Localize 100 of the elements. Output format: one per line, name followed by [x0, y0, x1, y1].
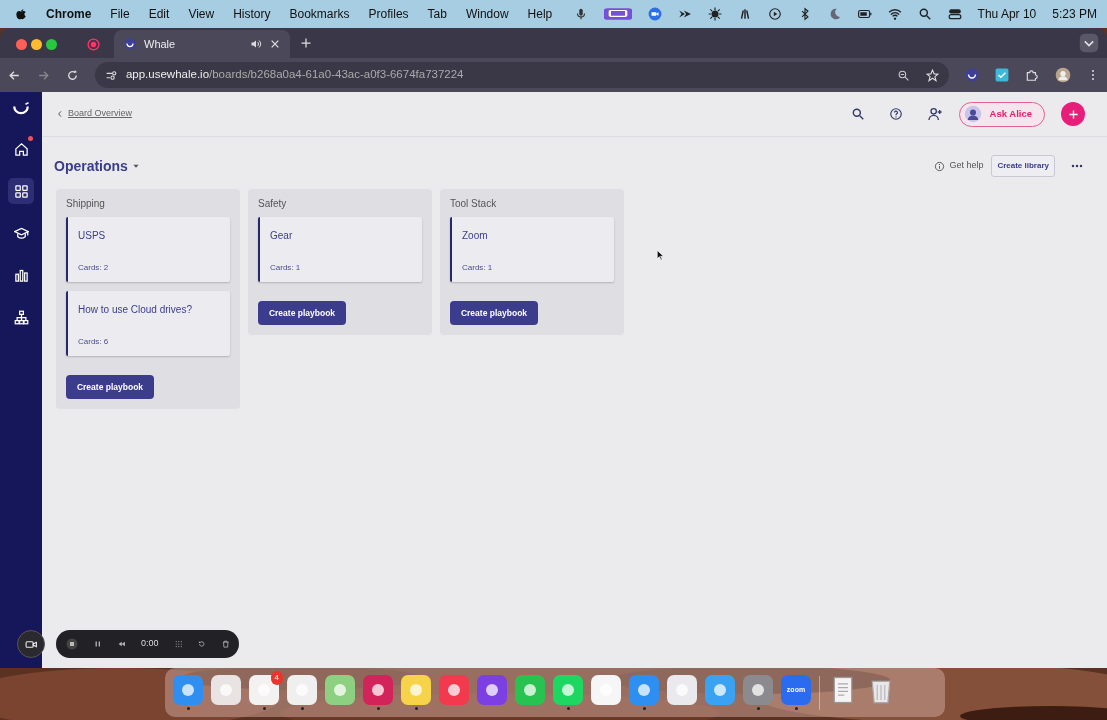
- app-icon[interactable]: [553, 675, 583, 705]
- app-menu[interactable]: Chrome: [46, 5, 92, 23]
- speaker-icon[interactable]: [250, 38, 262, 50]
- caret-icon: [131, 162, 140, 170]
- back-icon[interactable]: [8, 68, 21, 82]
- menu-item[interactable]: Tab: [427, 5, 447, 23]
- ask-assistant-button[interactable]: Ask Alice: [958, 101, 1045, 127]
- help-icon[interactable]: [888, 107, 903, 121]
- create-library-button[interactable]: Create library: [991, 155, 1055, 177]
- recording-time: 0:00: [141, 637, 159, 651]
- bookmark-star-icon[interactable]: [926, 68, 940, 82]
- stop-icon[interactable]: [66, 636, 78, 652]
- app-icon[interactable]: [477, 675, 507, 705]
- create-playbook-button[interactable]: Create playbook: [66, 375, 154, 399]
- graduation-cap-icon: [13, 225, 29, 241]
- app-icon[interactable]: [743, 675, 773, 705]
- zoom-icon[interactable]: [897, 68, 911, 82]
- wifi-icon[interactable]: [887, 7, 902, 21]
- minimize-window-button[interactable]: [31, 38, 42, 50]
- close-window-button[interactable]: [16, 38, 27, 50]
- create-playbook-button[interactable]: Create playbook: [258, 301, 346, 325]
- forward-icon[interactable]: [36, 68, 50, 82]
- app-icon[interactable]: [591, 675, 621, 705]
- playbook-card[interactable]: Zoom Cards: 1: [450, 217, 614, 282]
- app-icon[interactable]: [667, 675, 697, 705]
- app-icon[interactable]: [287, 675, 317, 705]
- column-title: Safety: [258, 197, 288, 211]
- record-icon[interactable]: [87, 37, 100, 51]
- board-title-dropdown[interactable]: Operations: [54, 155, 140, 177]
- site-settings-icon[interactable]: [104, 68, 118, 82]
- sun-icon[interactable]: [707, 7, 722, 21]
- grid-dots-icon[interactable]: [174, 639, 183, 649]
- menu-item[interactable]: Window: [465, 5, 509, 23]
- smile-icon: [124, 38, 136, 50]
- avatar-icon: [963, 105, 982, 123]
- puzzle-icon[interactable]: [1025, 68, 1040, 82]
- video-call-icon[interactable]: [647, 7, 662, 21]
- add-button[interactable]: [1061, 102, 1085, 126]
- extension-icon[interactable]: [965, 68, 980, 82]
- playbook-title: USPS: [78, 229, 107, 243]
- rewind-icon[interactable]: [117, 639, 125, 649]
- add-user-icon[interactable]: [926, 106, 943, 122]
- sidebar-item[interactable]: [8, 178, 34, 204]
- playbook-card[interactable]: How to use Cloud drives? Cards: 6: [66, 291, 230, 356]
- app-icon[interactable]: [211, 675, 241, 705]
- grid-icon: [13, 183, 29, 199]
- cursor-icon: [656, 248, 666, 262]
- play-icon[interactable]: [767, 7, 782, 21]
- close-icon[interactable]: [270, 39, 280, 49]
- app-icon[interactable]: [173, 675, 203, 705]
- menu-bar-date[interactable]: Thu Apr 10: [977, 5, 1037, 23]
- browser-tab[interactable]: Whale: [114, 30, 290, 58]
- search-icon[interactable]: [850, 107, 865, 121]
- tab-title: Whale: [144, 36, 177, 52]
- profile-avatar-icon[interactable]: [1055, 67, 1071, 83]
- trash-icon[interactable]: [221, 639, 230, 649]
- app-icon[interactable]: [401, 675, 431, 705]
- battery-icon[interactable]: [857, 7, 872, 21]
- new-tab-icon[interactable]: [300, 37, 312, 49]
- playbook-card[interactable]: USPS Cards: 2: [66, 217, 230, 282]
- pause-icon[interactable]: [94, 639, 102, 649]
- apple-icon[interactable]: [14, 7, 28, 21]
- playbook-card[interactable]: Gear Cards: 1: [258, 217, 422, 282]
- tab-search-icon[interactable]: [1079, 33, 1099, 53]
- zoom-window-button[interactable]: [46, 38, 57, 50]
- create-playbook-button[interactable]: Create playbook: [450, 301, 538, 325]
- search-icon[interactable]: [917, 7, 932, 21]
- app-icon[interactable]: [325, 675, 355, 705]
- card-count: Cards: 1: [462, 262, 494, 274]
- playbook-title: How to use Cloud drives?: [78, 303, 193, 317]
- playbook-title: Zoom: [462, 229, 489, 243]
- menu-item[interactable]: Help: [527, 5, 553, 23]
- app-icon[interactable]: [363, 675, 393, 705]
- app-icon[interactable]: [629, 675, 659, 705]
- menu-bar-time[interactable]: 5:23 PM: [1052, 5, 1097, 23]
- address-bar[interactable]: app.usewhale.io/boards/b268a0a4-61a0-43ac-a0f3-6674fa737224: [94, 62, 950, 88]
- home-icon: [13, 141, 29, 157]
- screen-share-icon[interactable]: [603, 7, 632, 21]
- extension-icon[interactable]: [995, 68, 1010, 82]
- playbook-title: Gear: [270, 229, 294, 243]
- menu-item[interactable]: Profiles: [368, 5, 409, 23]
- get-help-link[interactable]: Get help: [934, 159, 984, 173]
- menu-item[interactable]: History: [233, 5, 271, 23]
- card-count: Cards: 6: [78, 336, 110, 348]
- control-center-icon[interactable]: [947, 7, 962, 21]
- org-chart-icon: [13, 309, 29, 325]
- menu-item[interactable]: Bookmarks: [289, 5, 350, 23]
- app-icon[interactable]: [705, 675, 735, 705]
- menu-item[interactable]: File: [110, 5, 130, 23]
- card-count: Cards: 2: [78, 262, 110, 274]
- notification-dot: [28, 136, 33, 141]
- app-icon[interactable]: [515, 675, 545, 705]
- menu-item[interactable]: Edit: [148, 5, 170, 23]
- restart-icon[interactable]: [198, 639, 206, 649]
- breadcrumb-link[interactable]: Board Overview: [68, 107, 133, 121]
- reload-icon[interactable]: [65, 68, 79, 82]
- app-icon[interactable]: [439, 675, 469, 705]
- menu-item[interactable]: View: [188, 5, 215, 23]
- plus-icon: [1067, 108, 1079, 120]
- column-title: Shipping: [66, 197, 106, 211]
